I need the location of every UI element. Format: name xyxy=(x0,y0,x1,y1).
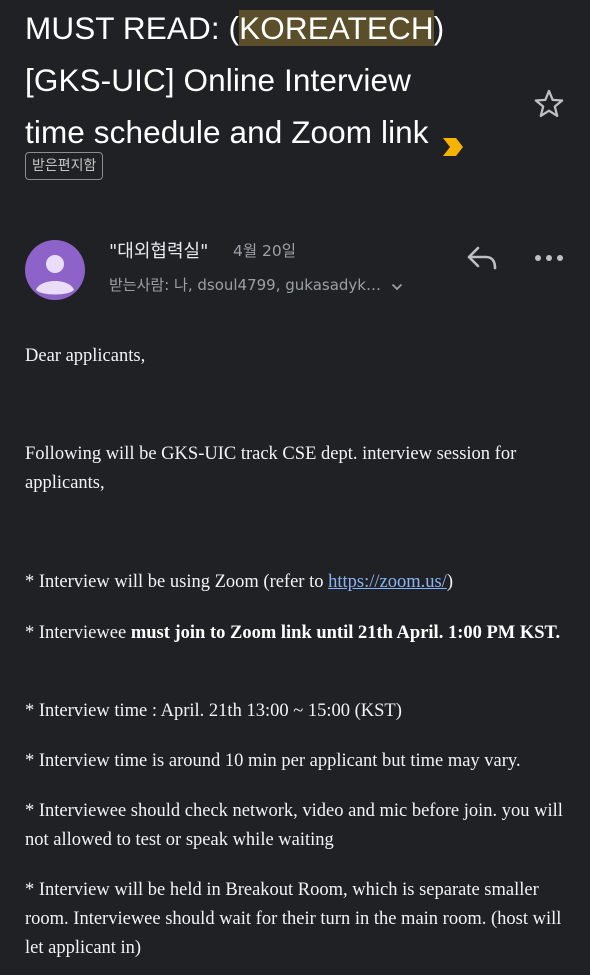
subject-line-3: time schedule and Zoom link xyxy=(25,106,515,158)
email-subject: MUST READ: (KOREATECH) [GKS-UIC] Online … xyxy=(25,2,515,158)
bullet-text: * Interview will be using Zoom (refer to xyxy=(25,572,329,592)
email-date: 4월 20일 xyxy=(233,242,297,260)
bullet-zoom: * Interview will be using Zoom (refer to… xyxy=(25,568,453,597)
bullet-breakout-room: * Interview will be held in Breakout Roo… xyxy=(25,880,562,958)
greeting: Dear applicants, xyxy=(25,346,146,366)
subject-text: ) xyxy=(433,10,445,46)
star-icon[interactable] xyxy=(532,87,566,121)
more-options-icon[interactable] xyxy=(534,248,564,268)
chevron-down-icon[interactable] xyxy=(391,277,403,295)
intro-paragraph: Following will be GKS-UIC track CSE dept… xyxy=(25,444,517,493)
subject-text: MUST READ: ( xyxy=(25,10,240,46)
bullet-check-equipment: * Interviewee should check network, vide… xyxy=(25,801,563,850)
recipients-text: 받는사람: 나, dsoul4799, gukasadyk… xyxy=(109,276,381,294)
sender-name[interactable]: "대외협력실" xyxy=(109,237,208,263)
bullet-text: ) xyxy=(446,572,453,592)
avatar-icon[interactable] xyxy=(25,240,85,300)
reply-icon[interactable] xyxy=(466,244,498,272)
zoom-link[interactable]: https://zoom.us/ xyxy=(328,572,447,592)
inbox-label-chip[interactable]: 받은편지함 xyxy=(25,152,104,180)
bullet-bold-text: must join to Zoom link until 21th April.… xyxy=(130,623,561,643)
bullet-interview-time: * Interview time : April. 21th 13:00 ~ 1… xyxy=(25,701,402,721)
subject-highlight: KOREATECH xyxy=(239,10,434,46)
recipients-line[interactable]: 받는사람: 나, dsoul4799, gukasadyk… xyxy=(109,274,403,295)
bullet-duration: * Interview time is around 10 min per ap… xyxy=(25,751,521,771)
subject-line-2: [GKS-UIC] Online Interview xyxy=(25,62,411,98)
subject-text: time schedule and Zoom link xyxy=(25,114,429,150)
bullet-text: * Interviewee xyxy=(25,623,131,643)
bullet-join-deadline: * Interviewee must join to Zoom link unt… xyxy=(25,619,560,648)
important-marker-icon[interactable] xyxy=(441,121,465,156)
